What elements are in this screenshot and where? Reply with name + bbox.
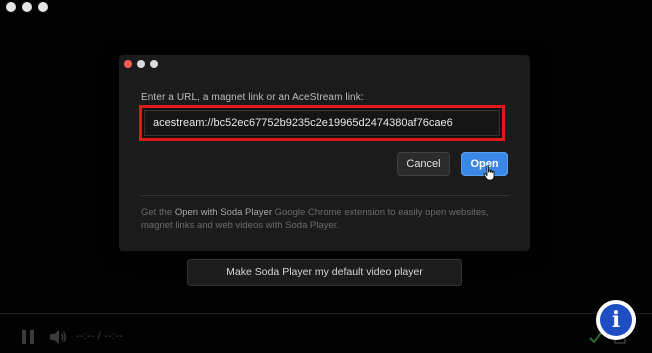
info-icon: i xyxy=(600,304,632,336)
dialog-divider xyxy=(141,195,509,196)
check-icon xyxy=(589,332,602,344)
url-input[interactable] xyxy=(144,110,500,136)
hand-cursor-icon xyxy=(483,165,495,181)
dialog-zoom-dot[interactable] xyxy=(150,60,158,68)
url-prompt-label: Enter a URL, a magnet link or an AceStre… xyxy=(141,92,364,103)
dialog-minimize-dot[interactable] xyxy=(137,60,145,68)
window-minimize-dot[interactable] xyxy=(22,2,32,12)
extension-promo-text: Get the Open with Soda Player Google Chr… xyxy=(141,206,511,232)
volume-icon[interactable] xyxy=(49,329,67,345)
extension-text-before: Get the xyxy=(141,207,175,218)
dialog-window-controls xyxy=(124,60,158,68)
info-badge[interactable]: i xyxy=(596,300,636,340)
window-zoom-dot[interactable] xyxy=(38,2,48,12)
pause-icon[interactable] xyxy=(22,330,34,344)
open-url-dialog: Enter a URL, a magnet link or an AceStre… xyxy=(119,55,530,251)
window-close-dot[interactable] xyxy=(6,2,16,12)
controls-divider xyxy=(0,313,652,314)
cancel-button[interactable]: Cancel xyxy=(397,152,450,176)
make-default-player-button[interactable]: Make Soda Player my default video player xyxy=(187,259,462,286)
url-highlight-box xyxy=(139,105,505,141)
window-controls xyxy=(6,2,48,12)
extension-link[interactable]: Open with Soda Player xyxy=(175,207,272,218)
time-display: --:-- / --:-- xyxy=(76,331,124,342)
dialog-close-dot[interactable] xyxy=(124,60,132,68)
